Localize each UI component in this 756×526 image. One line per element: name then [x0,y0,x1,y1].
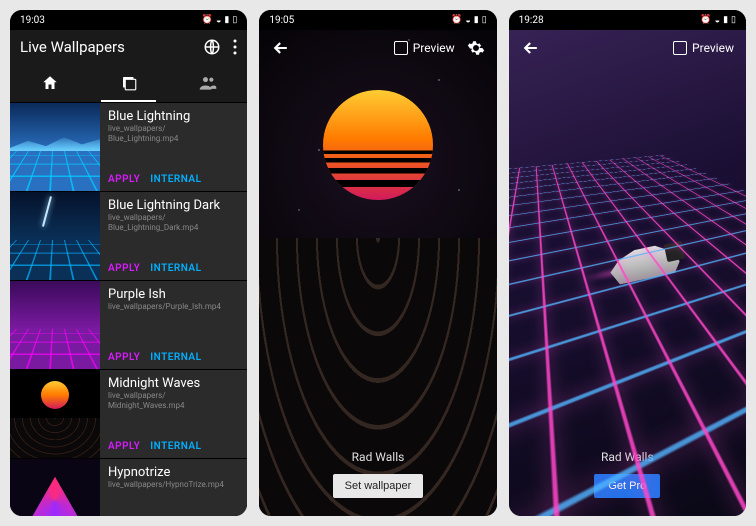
tab-community[interactable] [168,64,247,102]
internal-button[interactable]: INTERNAL [150,263,201,274]
phone-screen-preview-sun: 19:05 ⏰ ◒ ▮ ▯ Preview Rad Walls Set wall… [259,10,496,516]
back-icon[interactable] [271,38,291,58]
wifi-icon: ◒ [715,15,720,26]
clock: 19:28 [519,15,544,26]
tab-bar [10,64,247,103]
apply-button[interactable]: APPLY [108,174,140,185]
apply-button[interactable]: APPLY [108,352,140,363]
item-path: live_wallpapers/ Blue_Lightning.mp4 [108,124,239,143]
gear-icon[interactable] [467,39,485,57]
internal-button[interactable]: INTERNAL [150,441,201,452]
brand-label: Rad Walls [352,450,405,464]
alarm-icon: ⏰ [202,15,213,25]
overflow-menu-icon[interactable] [233,39,237,55]
item-title: Hypnotrize [108,465,239,480]
list-item[interactable]: Blue Lightning Dark live_wallpapers/ Blu… [10,192,247,281]
wallpaper-list[interactable]: Blue Lightning live_wallpapers/ Blue_Lig… [10,103,247,516]
internal-button[interactable]: INTERNAL [150,174,201,185]
checkbox-icon [673,41,687,55]
preview-label: Preview [413,41,455,55]
tab-home[interactable] [10,64,89,102]
phone-screen-list: 19:03 ⏰ ◒ ▮ ▯ Live Wallpapers [10,10,247,516]
preview-top-bar: Preview [509,30,746,66]
list-item[interactable]: Midnight Waves live_wallpapers/ Midnight… [10,370,247,459]
thumbnail [10,459,100,516]
list-item[interactable]: Hypnotrize live_wallpapers/HypnoTrize.mp… [10,459,247,516]
item-title: Midnight Waves [108,376,239,391]
preview-checkbox[interactable]: Preview [673,41,734,55]
get-pro-button[interactable]: Get Pro [594,474,660,498]
preview-bottom-bar: Rad Walls Get Pro [509,440,746,516]
app-title: Live Wallpapers [20,38,125,56]
wifi-icon: ◒ [465,15,470,26]
status-icons: ⏰ ◒ ▮ ▯ [451,15,487,26]
status-bar: 19:28 ⏰ ◒ ▮ ▯ [509,10,746,30]
list-item[interactable]: Purple Ish live_wallpapers/Purple_Ish.mp… [10,281,247,370]
item-title: Purple Ish [108,287,239,302]
signal-icon: ▮ [474,15,479,25]
status-icons: ⏰ ◒ ▮ ▯ [700,15,736,26]
status-bar: 19:05 ⏰ ◒ ▮ ▯ [259,10,496,30]
thumbnail [10,103,100,191]
globe-icon[interactable] [203,38,221,56]
preview-bottom-bar: Rad Walls Set wallpaper [259,440,496,516]
status-bar: 19:03 ⏰ ◒ ▮ ▯ [10,10,247,30]
checkbox-icon [394,41,408,55]
thumbnail [10,192,100,280]
apply-button[interactable]: APPLY [108,441,140,452]
signal-icon: ▮ [723,15,728,25]
item-path: live_wallpapers/HypnoTrize.mp4 [108,480,239,490]
internal-button[interactable]: INTERNAL [150,352,201,363]
brand-label: Rad Walls [601,450,654,464]
battery-icon: ▯ [731,15,736,25]
phone-screen-preview-car: 19:28 ⏰ ◒ ▮ ▯ Preview Rad Walls Get Pro [509,10,746,516]
preview-checkbox[interactable]: Preview [394,41,455,55]
battery-icon: ▯ [482,15,487,25]
wifi-icon: ◒ [216,15,221,26]
item-title: Blue Lightning [108,109,239,124]
preview-label: Preview [692,41,734,55]
signal-icon: ▮ [224,15,229,25]
thumbnail [10,281,100,369]
item-title: Blue Lightning Dark [108,198,239,213]
set-wallpaper-button[interactable]: Set wallpaper [333,474,424,498]
app-bar: Live Wallpapers [10,30,247,64]
battery-icon: ▯ [232,15,237,25]
alarm-icon: ⏰ [700,15,711,25]
alarm-icon: ⏰ [451,15,462,25]
list-item[interactable]: Blue Lightning live_wallpapers/ Blue_Lig… [10,103,247,192]
apply-button[interactable]: APPLY [108,263,140,274]
tab-gallery[interactable] [89,64,168,102]
preview-top-bar: Preview [259,30,496,66]
back-icon[interactable] [521,38,541,58]
clock: 19:05 [269,15,294,26]
thumbnail [10,370,100,458]
status-icons: ⏰ ◒ ▮ ▯ [202,15,238,26]
item-path: live_wallpapers/ Midnight_Waves.mp4 [108,391,239,410]
item-path: live_wallpapers/ Blue_Lightning_Dark.mp4 [108,213,239,232]
clock: 19:03 [20,15,45,26]
item-path: live_wallpapers/Purple_Ish.mp4 [108,302,239,312]
